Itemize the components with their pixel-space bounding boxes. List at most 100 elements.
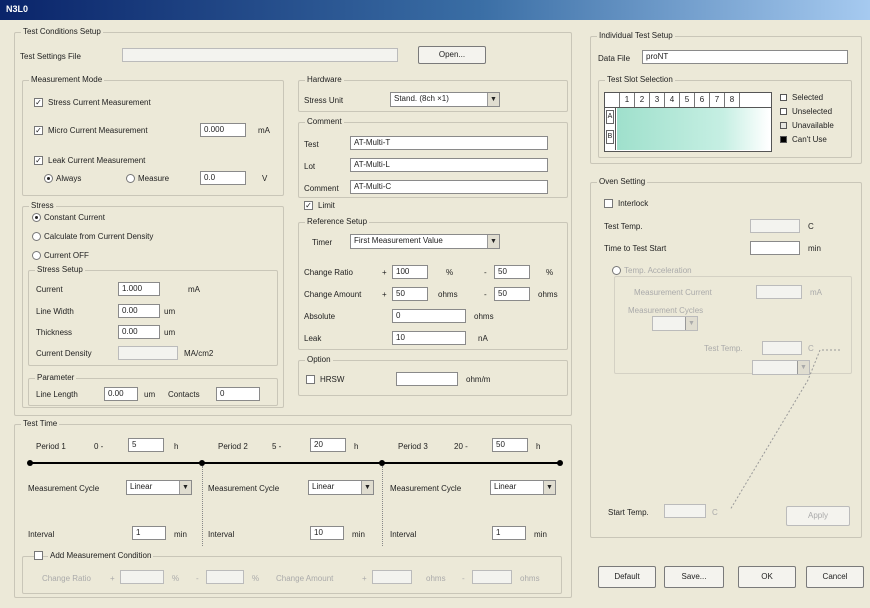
current-unit: mA bbox=[188, 285, 200, 294]
line-width-input[interactable]: 0.00 bbox=[118, 304, 160, 318]
cycle-1-select[interactable]: Linear ▼ bbox=[126, 480, 192, 495]
interval-1-input[interactable]: 1 bbox=[132, 526, 166, 540]
ohms-unit: ohms bbox=[520, 574, 540, 583]
leak-voltage-unit: V bbox=[262, 174, 268, 183]
title-bar: N3L0 bbox=[0, 0, 870, 20]
slot-header[interactable]: 5 bbox=[680, 93, 695, 107]
leak-voltage-input[interactable]: 0.0 bbox=[200, 171, 246, 185]
cycle-3-select[interactable]: Linear ▼ bbox=[490, 480, 556, 495]
current-off-radio[interactable] bbox=[32, 251, 41, 260]
change-amount-minus-input[interactable]: 50 bbox=[494, 287, 530, 301]
stress-unit-select[interactable]: Stand. (8ch ×1) ▼ bbox=[390, 92, 500, 107]
absolute-input[interactable]: 0 bbox=[392, 309, 466, 323]
timeline-node bbox=[27, 460, 33, 466]
meas-current-input[interactable] bbox=[756, 285, 802, 299]
time-to-start-unit: min bbox=[808, 244, 821, 253]
current-density-input[interactable] bbox=[118, 346, 178, 360]
leak-limit-input[interactable]: 10 bbox=[392, 331, 466, 345]
cr-plus-input[interactable] bbox=[120, 570, 164, 584]
stress-unit-value: Stand. (8ch ×1) bbox=[394, 94, 449, 103]
slot-header[interactable]: 1 bbox=[620, 93, 635, 107]
chevron-down-icon: ▼ bbox=[487, 235, 499, 248]
meas-current-unit: mA bbox=[810, 288, 822, 297]
period-2-input[interactable]: 20 bbox=[310, 438, 346, 452]
cancel-button[interactable]: Cancel bbox=[806, 566, 864, 588]
add-condition-checkbox[interactable] bbox=[34, 551, 43, 560]
timer-select[interactable]: First Measurement Value ▼ bbox=[350, 234, 500, 249]
line-length-input[interactable]: 0.00 bbox=[104, 387, 138, 401]
interval-2-input[interactable]: 10 bbox=[310, 526, 344, 540]
cr-minus-input[interactable] bbox=[206, 570, 244, 584]
slot-cells[interactable] bbox=[617, 108, 769, 150]
slot-header[interactable]: 6 bbox=[695, 93, 710, 107]
change-ratio-minus-input[interactable]: 50 bbox=[494, 265, 530, 279]
data-file-input[interactable]: proNT bbox=[642, 50, 848, 64]
leak-current-checkbox[interactable]: ✓ bbox=[34, 156, 43, 165]
test-temp-input[interactable] bbox=[750, 219, 800, 233]
settings-file-field[interactable] bbox=[122, 48, 398, 62]
save-button[interactable]: Save... bbox=[664, 566, 724, 588]
period-3-input[interactable]: 50 bbox=[492, 438, 528, 452]
start-temp-label: Start Temp. bbox=[608, 508, 649, 517]
slot-header-row: 1 2 3 4 5 6 7 8 bbox=[605, 93, 771, 108]
start-temp-unit: C bbox=[712, 508, 718, 517]
ca-plus-input[interactable] bbox=[372, 570, 412, 584]
test-input[interactable]: AT-Multi-T bbox=[350, 136, 548, 150]
stress-current-checkbox[interactable]: ✓ bbox=[34, 98, 43, 107]
interlock-checkbox[interactable] bbox=[604, 199, 613, 208]
always-radio[interactable] bbox=[44, 174, 53, 183]
legend-unavailable: Unavailable bbox=[792, 121, 834, 130]
meas-cycles-select[interactable]: ▼ bbox=[652, 316, 698, 331]
micro-current-input[interactable]: 0.000 bbox=[200, 123, 246, 137]
cycle-2-select[interactable]: Linear ▼ bbox=[308, 480, 374, 495]
lot-input[interactable]: AT-Multi-L bbox=[350, 158, 548, 172]
micro-current-checkbox[interactable]: ✓ bbox=[34, 126, 43, 135]
ok-button[interactable]: OK bbox=[738, 566, 796, 588]
option-title: Option bbox=[305, 355, 333, 364]
slot-header[interactable]: 3 bbox=[650, 93, 665, 107]
calculate-density-radio[interactable] bbox=[32, 232, 41, 241]
line-length-unit: um bbox=[144, 390, 156, 399]
slot-header[interactable]: 7 bbox=[710, 93, 725, 107]
test-conditions-title: Test Conditions Setup bbox=[21, 27, 103, 36]
current-input[interactable]: 1.000 bbox=[118, 282, 160, 296]
change-ratio-plus-input[interactable]: 100 bbox=[392, 265, 428, 279]
open-button[interactable]: Open... bbox=[418, 46, 486, 64]
cycle-1-value: Linear bbox=[130, 482, 153, 491]
slot-header[interactable]: 8 bbox=[725, 93, 740, 107]
stress-unit-label: Stress Unit bbox=[304, 96, 344, 105]
temp-accel-radio[interactable] bbox=[612, 266, 621, 275]
temp-profile-graph bbox=[729, 349, 840, 511]
slot-header[interactable]: 4 bbox=[665, 93, 680, 107]
cycle-3-label: Measurement Cycle bbox=[390, 484, 462, 493]
measure-radio[interactable] bbox=[126, 174, 135, 183]
plus-sign: + bbox=[110, 574, 115, 583]
minus-sign: - bbox=[196, 574, 199, 583]
cr-label: Change Ratio bbox=[42, 574, 91, 583]
start-temp-input[interactable] bbox=[664, 504, 706, 518]
period-1-input[interactable]: 5 bbox=[128, 438, 164, 452]
thickness-input[interactable]: 0.00 bbox=[118, 325, 160, 339]
ca-minus-input[interactable] bbox=[472, 570, 512, 584]
interval-3-input[interactable]: 1 bbox=[492, 526, 526, 540]
interval-3-unit: min bbox=[534, 530, 547, 539]
current-density-unit: MA/cm2 bbox=[184, 349, 214, 358]
constant-current-radio[interactable] bbox=[32, 213, 41, 222]
plus-sign: + bbox=[362, 574, 367, 583]
row-header[interactable]: B bbox=[606, 130, 614, 144]
time-to-start-input[interactable] bbox=[750, 241, 800, 255]
legend-swatch-cant-use bbox=[780, 136, 787, 143]
default-button[interactable]: Default bbox=[598, 566, 656, 588]
always-label: Always bbox=[56, 174, 82, 183]
slot-header[interactable]: 2 bbox=[635, 93, 650, 107]
hrsw-checkbox[interactable] bbox=[306, 375, 315, 384]
cycle-2-value: Linear bbox=[312, 482, 335, 491]
change-amount-plus-input[interactable]: 50 bbox=[392, 287, 428, 301]
row-header[interactable]: A bbox=[606, 110, 614, 124]
pct-unit: % bbox=[252, 574, 260, 583]
limit-checkbox[interactable]: ✓ bbox=[304, 201, 313, 210]
apply-button[interactable]: Apply bbox=[786, 506, 850, 526]
contacts-input[interactable]: 0 bbox=[216, 387, 260, 401]
comment-input[interactable]: AT-Multi-C bbox=[350, 180, 548, 194]
hrsw-input[interactable] bbox=[396, 372, 458, 386]
